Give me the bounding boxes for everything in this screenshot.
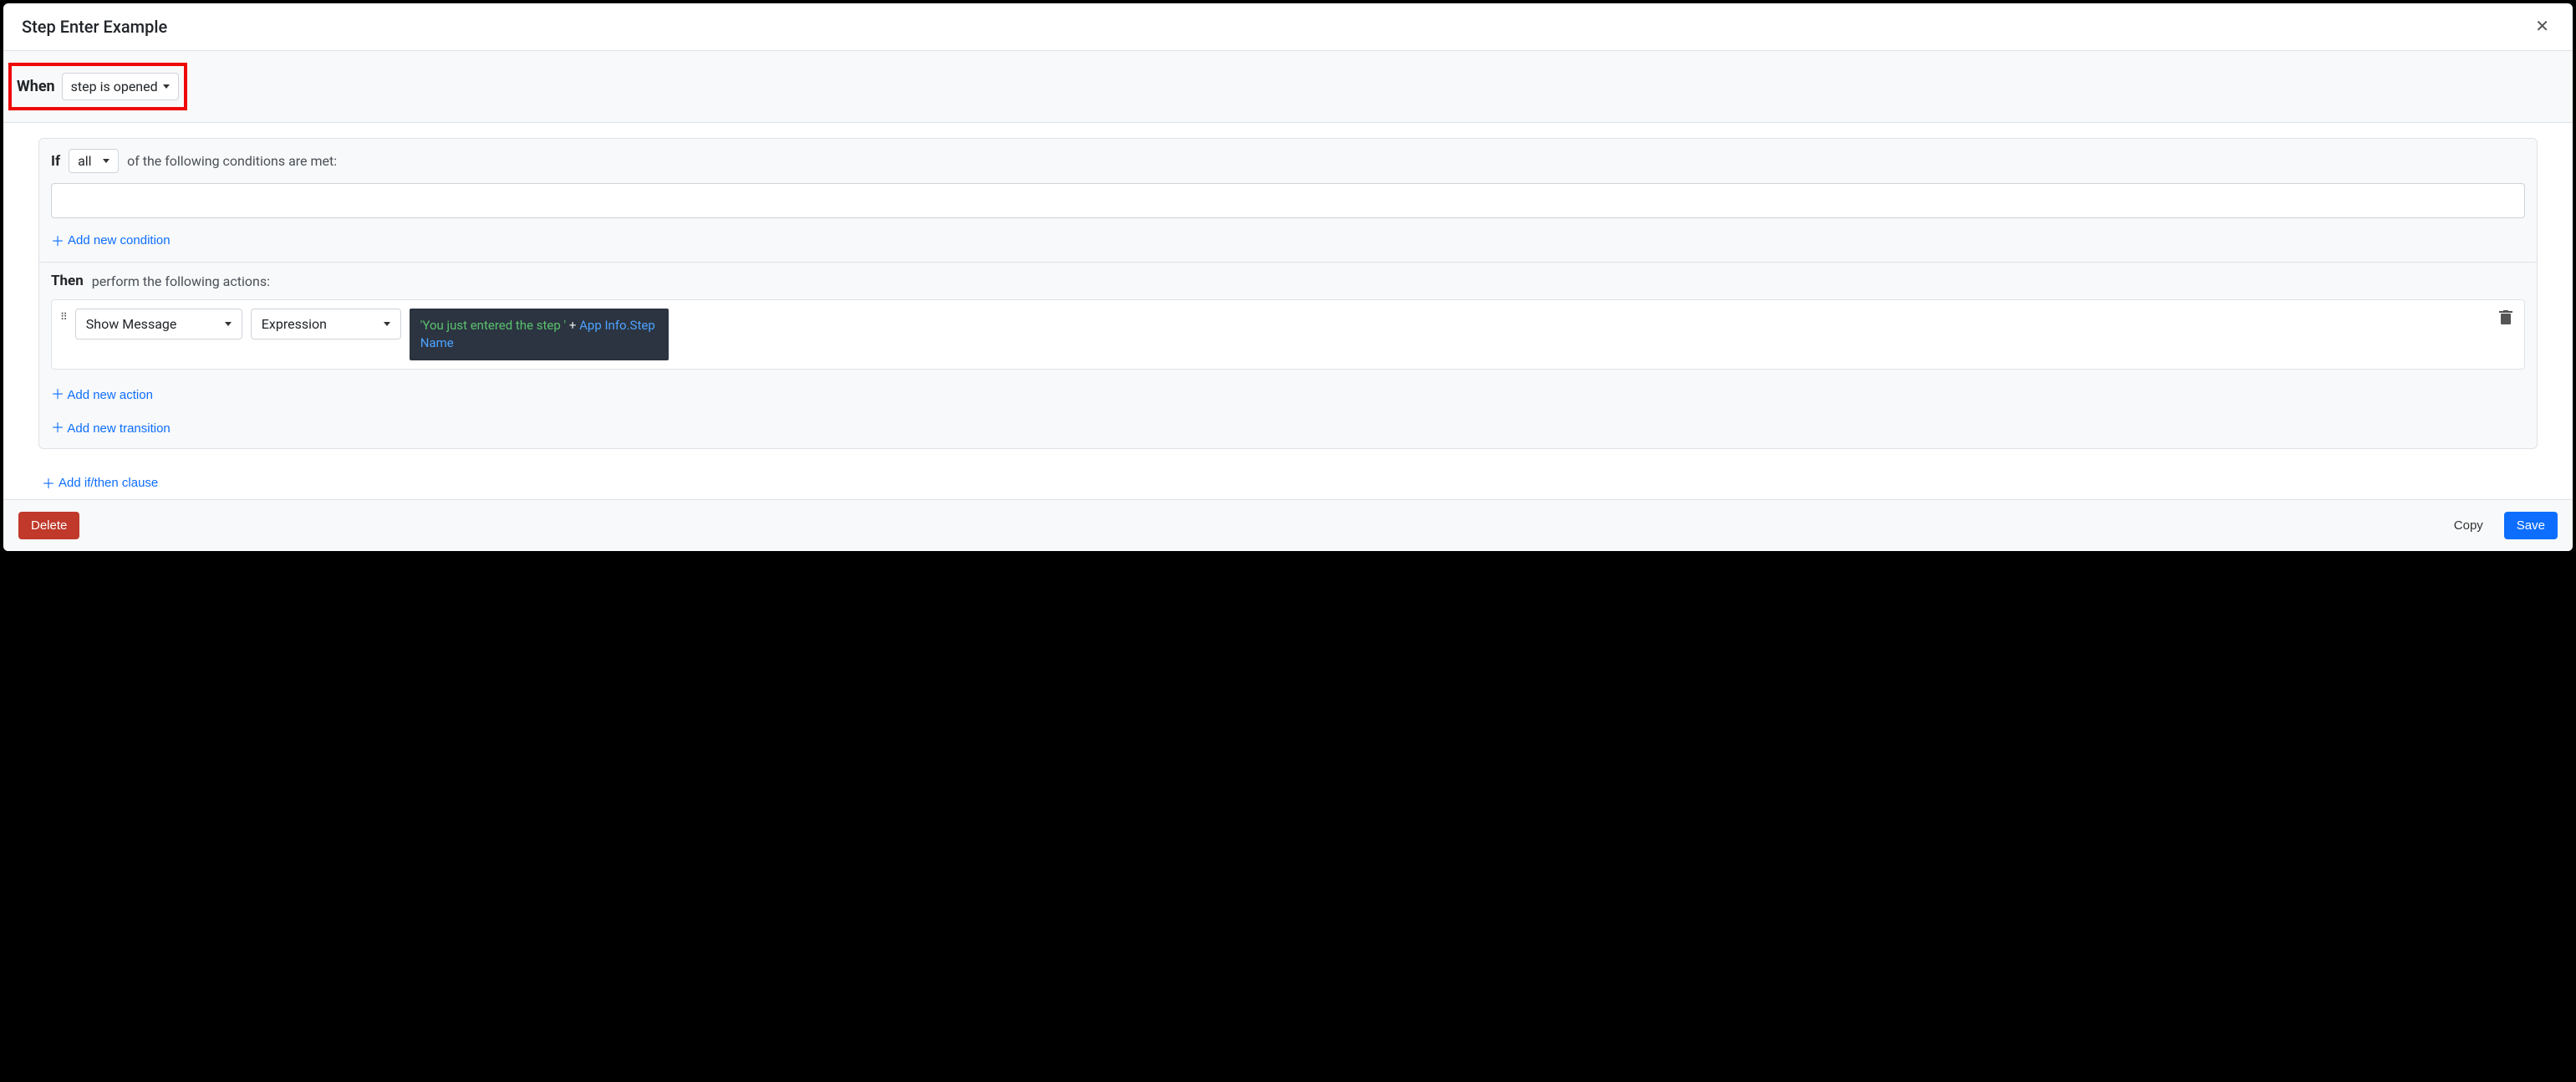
add-condition-button[interactable]: ＋ Add new condition [51,228,171,252]
trigger-highlight: When step is opened [8,63,187,110]
add-action-button[interactable]: ＋ Add new action [51,381,153,405]
plus-icon: ＋ [51,388,64,402]
trigger-value: step is opened [71,79,158,94]
rule-editor-modal: Step Enter Example ✕ When step is opened… [3,3,2573,551]
drag-handle-icon[interactable]: ⠿ [60,309,67,322]
clause-body: If all of the following conditions are m… [3,123,2573,457]
add-action-label: Add new action [67,388,153,402]
if-suffix: of the following conditions are met: [127,153,337,169]
when-label: When [17,78,55,95]
chevron-down-icon [384,322,390,326]
action-type-value: Show Message [86,316,177,332]
plus-icon: ＋ [51,230,64,250]
then-keyword: Then [51,273,84,289]
action-mode-value: Expression [262,316,327,332]
if-keyword: If [51,153,60,170]
add-clause-label: Add if/then clause [59,476,158,490]
then-suffix: perform the following actions: [92,273,270,289]
if-section: If all of the following conditions are m… [39,139,2537,263]
copy-button[interactable]: Copy [2441,512,2496,539]
plus-icon: ＋ [51,421,64,436]
modal-header: Step Enter Example ✕ [3,3,2573,51]
chevron-down-icon [225,322,232,326]
close-icon: ✕ [2535,18,2549,36]
expression-operator: + [569,318,577,333]
if-header: If all of the following conditions are m… [51,149,2525,173]
if-then-clause: If all of the following conditions are m… [38,138,2538,449]
add-clause-row: ＋ Add if/then clause [3,457,2573,499]
then-link-group: ＋ Add new action ＋ Add new transition [51,381,2525,438]
expression-editor[interactable]: 'You just entered the step ' + App Info.… [410,309,669,360]
close-button[interactable]: ✕ [2528,15,2556,38]
trigger-dropdown[interactable]: step is opened [62,73,179,100]
delete-action-button[interactable] [2496,309,2516,330]
trash-icon [2499,310,2512,325]
modal-title: Step Enter Example [22,17,167,37]
add-transition-label: Add new transition [67,421,170,436]
then-header: Then perform the following actions: [51,273,2525,289]
add-condition-label: Add new condition [68,233,171,248]
add-transition-button[interactable]: ＋ Add new transition [51,415,171,438]
plus-icon: ＋ [42,472,55,493]
condition-input[interactable] [51,183,2525,218]
action-row: ⠿ Show Message Expression 'You just ente… [51,299,2525,370]
chevron-down-icon [103,159,109,163]
action-type-dropdown[interactable]: Show Message [75,309,242,339]
add-if-then-clause-button[interactable]: ＋ Add if/then clause [42,471,158,494]
save-button[interactable]: Save [2504,512,2558,539]
expression-string: 'You just entered the step ' [420,318,566,333]
delete-button[interactable]: Delete [18,512,79,539]
when-bar: When step is opened [3,51,2573,123]
modal-footer: Delete Copy Save [3,499,2573,551]
chevron-down-icon [163,84,170,89]
then-section: Then perform the following actions: ⠿ Sh… [39,263,2537,448]
quantifier-value: all [78,153,91,169]
action-mode-dropdown[interactable]: Expression [251,309,401,339]
quantifier-dropdown[interactable]: all [69,149,119,173]
